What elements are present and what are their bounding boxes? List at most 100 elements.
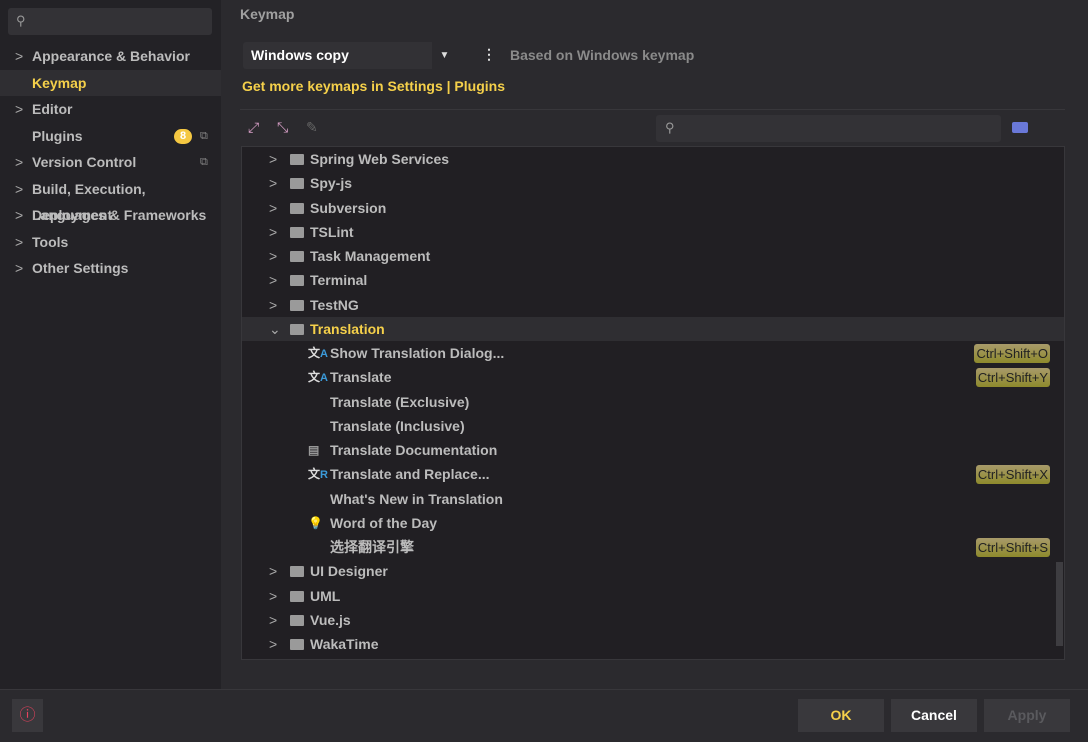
- sidebar-item-plugins[interactable]: Plugins 8 ⧉: [0, 123, 221, 149]
- folder-icon: [290, 178, 304, 190]
- folder-icon: [290, 154, 304, 165]
- tree-action-row[interactable]: 文R Translate and Replace... Ctrl+Shift+X: [242, 462, 1064, 486]
- settings-sidebar: ⚲ > Appearance & Behavior Keymap > Editor Plu…: [0, 0, 221, 689]
- keyboard-shortcut-filter-icon[interactable]: [1012, 122, 1028, 133]
- sidebar-item-label: Plugins: [32, 127, 83, 144]
- tree-folder-row[interactable]: > Spring Web Services: [242, 147, 1064, 171]
- tree-folder-row[interactable]: > Spy-js: [242, 171, 1064, 195]
- chevron-right-icon[interactable]: >: [269, 632, 277, 656]
- collapse-all-icon[interactable]: ⤡: [277, 119, 288, 136]
- tree-action-row[interactable]: 选择翻译引擎 Ctrl+Shift+S: [242, 535, 1064, 559]
- tree-action-row[interactable]: 文A Translate Ctrl+Shift+Y: [242, 365, 1064, 389]
- sidebar-item-label: Version Control: [32, 154, 137, 170]
- chevron-right-icon[interactable]: >: [269, 147, 277, 171]
- sidebar-item-version-control[interactable]: > Version Control ⧉: [0, 149, 221, 175]
- sidebar-item-keymap[interactable]: Keymap: [0, 69, 221, 96]
- chevron-right-icon[interactable]: >: [269, 220, 277, 244]
- project-settings-icon: ⧉: [200, 129, 208, 142]
- sidebar-item-tools[interactable]: > Tools: [0, 229, 221, 255]
- sidebar-item-editor[interactable]: > Editor: [0, 96, 221, 122]
- help-button[interactable]: ⓘ: [12, 699, 43, 732]
- folder-icon: [290, 590, 304, 602]
- row-label: Translate: [330, 369, 392, 386]
- row-label: UML: [310, 587, 341, 604]
- search-icon: ⚲: [16, 13, 26, 28]
- row-label: Vue.js: [310, 611, 351, 628]
- row-label: Show Translation Dialog...: [330, 345, 505, 361]
- folder-icon: [290, 202, 304, 214]
- tree-folder-row[interactable]: > TestNG: [242, 293, 1064, 317]
- folder-icon: [290, 614, 304, 626]
- tree-folder-row[interactable]: > UI Designer: [242, 559, 1064, 583]
- tree-folder-row[interactable]: > Subversion: [242, 196, 1064, 220]
- chevron-down-icon[interactable]: ▼: [432, 42, 457, 69]
- chevron-right-icon[interactable]: >: [269, 268, 277, 292]
- row-label: 选择翻译引擎: [330, 539, 414, 555]
- folder-icon: [290, 566, 304, 578]
- sidebar-item-other-settings[interactable]: > Other Settings: [0, 255, 221, 281]
- edit-icon[interactable]: ✎: [306, 119, 318, 136]
- tree-folder-row[interactable]: > UML: [242, 584, 1064, 608]
- keymap-tree: > Spring Web Services > Spy-js > Subversion > T…: [241, 146, 1065, 660]
- more-options-icon[interactable]: ⋮: [482, 46, 496, 63]
- sidebar-item-build-execution-deployment[interactable]: > Build, Execution, Deployment: [0, 176, 221, 223]
- sidebar-item-label: Tools: [32, 233, 69, 250]
- tree-action-row[interactable]: ▤ Translate Documentation: [242, 438, 1064, 462]
- chevron-right-icon: >: [15, 260, 24, 276]
- chevron-right-icon[interactable]: >: [269, 293, 277, 317]
- lightbulb-icon: 💡: [308, 515, 323, 530]
- expand-all-icon[interactable]: ⤢: [248, 119, 259, 136]
- settings-search-input[interactable]: ⚲: [8, 8, 212, 35]
- tree-folder-row[interactable]: > Terminal: [242, 268, 1064, 292]
- chevron-right-icon[interactable]: >: [269, 196, 277, 220]
- ok-button[interactable]: OK: [798, 699, 884, 732]
- row-label: Task Management: [310, 248, 431, 264]
- folder-icon: [290, 299, 304, 311]
- row-label: Translate (Inclusive): [330, 417, 465, 434]
- update-count-badge: 8: [174, 128, 192, 144]
- sidebar-item-label: Other Settings: [32, 260, 129, 276]
- tree-folder-row[interactable]: > Task Management: [242, 244, 1064, 268]
- sidebar-item-languages-frameworks[interactable]: > Languages & Frameworks: [0, 202, 221, 228]
- document-icon: ▤: [308, 443, 320, 457]
- tree-folder-row[interactable]: > TSLint: [242, 220, 1064, 244]
- help-icon: ⓘ: [19, 707, 36, 724]
- chevron-right-icon[interactable]: >: [269, 559, 277, 583]
- translate-replace-icon: 文R: [308, 467, 328, 482]
- tree-action-row[interactable]: 文A Show Translation Dialog... Ctrl+Shift+O: [242, 341, 1064, 365]
- translate-icon: 文A: [308, 370, 328, 385]
- chevron-right-icon[interactable]: >: [269, 584, 277, 608]
- based-on-label: Based on Windows keymap: [510, 47, 695, 63]
- tree-action-row[interactable]: What's New in Translation: [242, 487, 1064, 511]
- row-label: Subversion: [310, 199, 387, 216]
- row-label: Translate (Exclusive): [330, 393, 470, 410]
- cancel-button[interactable]: Cancel: [891, 699, 977, 732]
- tree-folder-row[interactable]: > Vue.js: [242, 608, 1064, 632]
- chevron-right-icon[interactable]: >: [269, 171, 277, 195]
- tree-folder-row[interactable]: ⌄ Translation: [242, 316, 1064, 341]
- divider: [0, 689, 1088, 690]
- tree-action-row[interactable]: Translate (Exclusive): [242, 390, 1064, 414]
- tree-folder-row[interactable]: > WakaTime: [242, 632, 1064, 656]
- chevron-right-icon[interactable]: >: [269, 608, 277, 632]
- sidebar-item-label: Languages & Frameworks: [32, 207, 207, 223]
- chevron-right-icon[interactable]: >: [269, 244, 277, 268]
- row-label: TSLint: [310, 223, 354, 240]
- tree-action-row[interactable]: 💡 Word of the Day: [242, 511, 1064, 535]
- scrollbar[interactable]: [1056, 562, 1063, 646]
- folder-icon: [290, 275, 304, 287]
- row-label: Translate and Replace...: [330, 466, 490, 483]
- get-more-keymaps-link[interactable]: Get more keymaps in Settings | Plugins: [242, 78, 505, 94]
- sidebar-item-label: Editor: [32, 101, 73, 117]
- keymap-select[interactable]: Windows copy ▼: [243, 42, 457, 69]
- row-label: Spring Web Services: [310, 151, 450, 167]
- chevron-down-icon[interactable]: ⌄: [269, 317, 281, 341]
- page-title: Keymap: [240, 6, 295, 22]
- tree-action-row[interactable]: Translate (Inclusive): [242, 414, 1064, 438]
- row-label: Translate Documentation: [330, 442, 498, 458]
- apply-button[interactable]: Apply: [984, 699, 1070, 732]
- search-icon: ⚲: [665, 120, 675, 135]
- sidebar-item-appearance-behavior[interactable]: > Appearance & Behavior: [0, 43, 221, 69]
- action-search-input[interactable]: ⚲: [656, 115, 1001, 142]
- shortcut-badge: Ctrl+Shift+Y: [975, 368, 1050, 388]
